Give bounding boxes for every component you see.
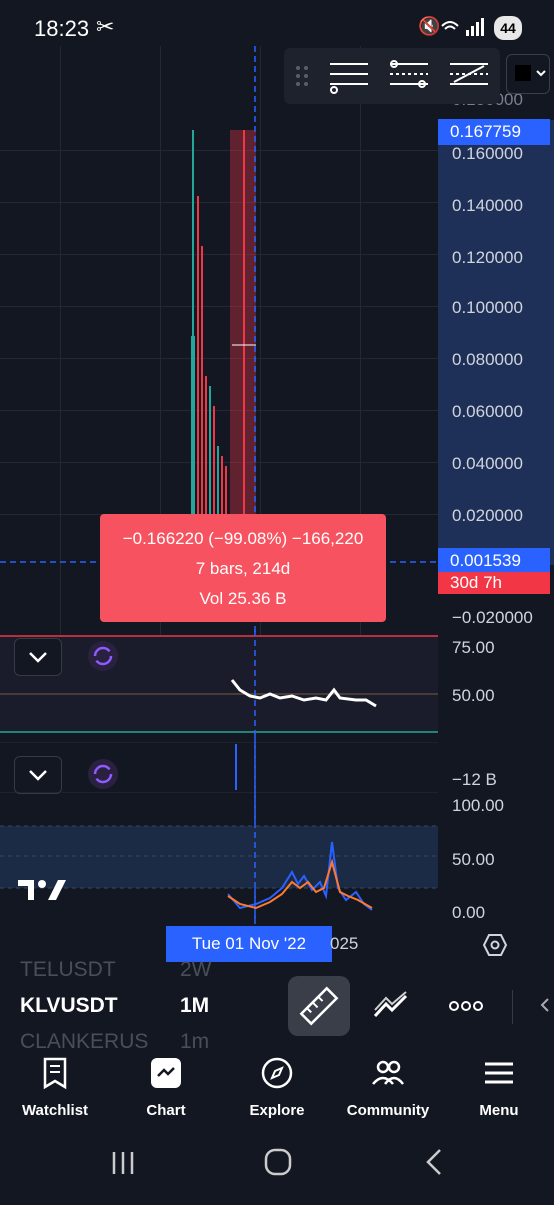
drawing-toolbar — [284, 48, 500, 104]
volume-level: −12 B — [452, 770, 497, 789]
measure-tooltip: −0.166220 (−99.08%) −166,220 7 bars, 214… — [100, 514, 386, 622]
drawing-tools-icon[interactable] — [372, 990, 412, 1022]
system-nav-bar — [0, 1130, 554, 1200]
sync-icon[interactable] — [88, 641, 118, 671]
scissors-icon: ✂ — [96, 14, 115, 39]
stoch-level: 0.00 — [452, 903, 486, 922]
measure-button[interactable] — [288, 976, 350, 1036]
nav-label: Menu — [479, 1102, 519, 1119]
price-tick: 0.040000 — [452, 454, 523, 473]
chevron-down-icon — [29, 770, 47, 781]
back-icon — [426, 1149, 441, 1175]
chart-icon — [151, 1058, 181, 1088]
collapse-pane-button[interactable] — [14, 638, 62, 676]
stoch-level: 100.00 — [452, 796, 504, 815]
measure-bars: 7 bars, 214d — [195, 559, 291, 578]
time-tick: 025 — [330, 934, 359, 953]
watchlist-interval[interactable]: 2W — [180, 958, 212, 982]
price-tick: 0.140000 — [452, 196, 523, 215]
rsi-level: 50.00 — [452, 686, 495, 705]
signal-icon — [441, 18, 484, 36]
more-icon[interactable] — [448, 996, 484, 1016]
collapse-pane-button[interactable] — [14, 756, 62, 794]
fib-levels-icon — [390, 60, 428, 88]
home-icon — [264, 1148, 292, 1176]
price-tick: −0.020000 — [452, 608, 533, 627]
watchlist-symbol[interactable]: KLVUSDT — [20, 994, 118, 1018]
watchlist-symbol[interactable]: TELUSDT — [20, 958, 116, 982]
ruler-icon — [299, 986, 339, 1026]
watchlist-interval[interactable]: 1M — [180, 994, 209, 1018]
measure-volume: Vol 25.36 B — [199, 589, 287, 608]
status-icons: 🔇 — [418, 16, 442, 37]
price-tick: 0.020000 — [452, 506, 523, 525]
sync-icon[interactable] — [88, 759, 118, 789]
price-tick: 0.080000 — [452, 350, 523, 369]
bar-countdown-label: 30d 7h — [438, 572, 550, 594]
chevron-left-icon[interactable] — [538, 996, 552, 1014]
community-icon — [372, 1060, 404, 1085]
current-price-label: 0.167759 — [438, 119, 550, 145]
price-tick: 0.100000 — [452, 298, 523, 317]
crosshair-date-label: Tue 01 Nov '22 — [166, 926, 332, 962]
price-tick: 0.060000 — [452, 402, 523, 421]
chart-settings-icon[interactable] — [482, 932, 508, 958]
compass-icon — [261, 1057, 293, 1089]
divider — [512, 990, 513, 1024]
chevron-down-icon — [536, 70, 546, 77]
nav-explore[interactable]: Explore — [222, 1050, 332, 1130]
tradingview-logo — [18, 880, 66, 900]
price-range-highlight — [438, 120, 554, 565]
trend-levels-icon — [450, 63, 488, 85]
crosshair-price-label: 0.001539 — [438, 548, 550, 574]
recents-icon — [112, 1152, 134, 1174]
menu-icon — [485, 1062, 513, 1084]
mute-icon: 🔇 — [418, 16, 443, 36]
battery-indicator: 44 — [494, 16, 522, 40]
status-time: 18:23 — [34, 16, 90, 41]
nav-label: Chart — [146, 1102, 186, 1119]
nav-community[interactable]: Community — [333, 1050, 443, 1130]
levels-icon — [330, 63, 368, 94]
stoch-level: 50.00 — [452, 850, 495, 869]
nav-label: Explore — [249, 1102, 305, 1119]
nav-menu[interactable]: Menu — [444, 1050, 554, 1130]
drag-handle-icon — [296, 66, 308, 86]
watchlist-icon — [43, 1057, 67, 1090]
style-dropdown[interactable] — [506, 54, 550, 94]
rsi-level: 75.00 — [452, 638, 495, 657]
price-tick: 0.120000 — [452, 248, 523, 267]
nav-chart[interactable]: Chart — [111, 1050, 221, 1130]
chevron-down-icon — [29, 652, 47, 663]
nav-watchlist[interactable]: Watchlist — [0, 1050, 110, 1130]
stoch-pane — [0, 792, 438, 924]
volume-pane — [0, 742, 438, 792]
bottom-nav: Watchlist Chart Explore Community Menu — [0, 1050, 554, 1130]
measure-change: −0.166220 (−99.08%) −166,220 — [122, 529, 364, 548]
rsi-pane — [0, 630, 438, 740]
price-tick: 0.160000 — [452, 144, 523, 163]
nav-label: Community — [346, 1102, 430, 1119]
nav-label: Watchlist — [21, 1102, 89, 1119]
